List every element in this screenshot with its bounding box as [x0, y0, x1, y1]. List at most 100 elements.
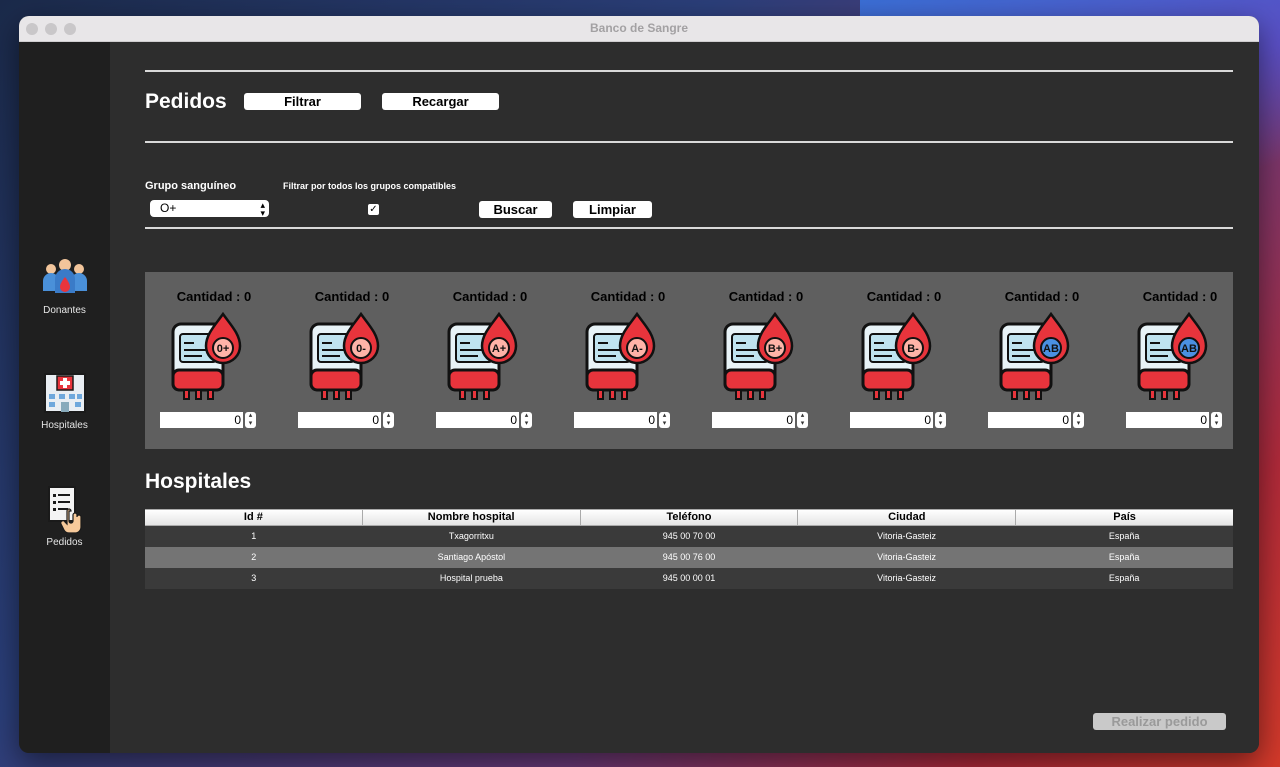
main-content: Pedidos Filtrar Recargar Grupo sanguíneo… — [110, 42, 1259, 753]
table-cell: Hospital prueba — [439, 573, 503, 583]
stepper-arrows-icon[interactable]: ▴ ▾ — [1211, 412, 1222, 428]
table-cell: Vitoria-Gasteiz — [877, 573, 936, 583]
stepper-arrows-icon[interactable]: ▴ ▾ — [1073, 412, 1084, 428]
table-cell: Vitoria-Gasteiz — [877, 531, 936, 541]
reload-button[interactable]: Recargar — [382, 93, 499, 110]
quantity-input[interactable]: 0 — [436, 412, 519, 428]
sidebar-item-label: Pedidos — [46, 537, 83, 548]
hospitals-table: Id # Nombre hospital Teléfono Ciudad Paí… — [145, 509, 1233, 589]
table-cell: 1 — [251, 531, 257, 541]
quantity-label: Cantidad : 0 — [176, 289, 252, 304]
table-cell: Santiago Apóstol — [437, 552, 506, 562]
quantity-stepper[interactable]: 0 ▴ ▾ — [850, 412, 947, 428]
quantity-label: Cantidad : 0 — [590, 289, 666, 304]
quantity-stepper[interactable]: 0 ▴ ▾ — [988, 412, 1085, 428]
blood-bag-icon: A+ — [447, 312, 518, 400]
column-header-country[interactable]: País — [1016, 510, 1233, 525]
table-cell: 945 00 76 00 — [662, 552, 716, 562]
divider — [145, 141, 1233, 143]
table-cell: Txagorritxu — [448, 531, 494, 541]
blood-type-label: B+ — [768, 343, 782, 355]
column-header-name[interactable]: Nombre hospital — [363, 510, 581, 525]
quantity-stepper[interactable]: 0 ▴ ▾ — [298, 412, 395, 428]
compatible-filter-label: Filtrar por todos los grupos compatibles — [283, 181, 457, 191]
place-order-button[interactable]: Realizar pedido — [1093, 713, 1226, 730]
blood-type-label: A- — [631, 343, 643, 355]
stepper-arrows-icon[interactable]: ▴ ▾ — [521, 412, 532, 428]
stepper-arrows-icon[interactable]: ▴ ▾ — [797, 412, 808, 428]
page-title: Pedidos — [145, 90, 227, 113]
quantity-input[interactable]: 0 — [298, 412, 381, 428]
quantity-stepper[interactable]: 0 ▴ ▾ — [712, 412, 809, 428]
quantity-stepper[interactable]: 0 ▴ ▾ — [436, 412, 533, 428]
quantity-input[interactable]: 0 — [574, 412, 657, 428]
window-title: Banco de Sangre — [589, 21, 689, 35]
donors-icon — [42, 259, 87, 293]
quantity-input[interactable]: 0 — [1126, 412, 1209, 428]
divider — [145, 70, 1233, 72]
stepper-arrows-icon[interactable]: ▴ ▾ — [935, 412, 946, 428]
table-row[interactable]: 2 Santiago Apóstol 945 00 76 00 Vitoria-… — [145, 547, 1233, 568]
quantity-stepper[interactable]: 0 ▴ ▾ — [574, 412, 671, 428]
blood-type-label: 0+ — [217, 343, 230, 355]
blood-bag-icon: AB — [1137, 312, 1208, 400]
table-row[interactable]: 1 Txagorritxu 945 00 70 00 Vitoria-Gaste… — [145, 526, 1233, 547]
stepper-arrows-icon[interactable]: ▴ ▾ — [245, 412, 256, 428]
table-cell: 945 00 00 01 — [662, 573, 716, 583]
quantity-label: Cantidad : 0 — [314, 289, 390, 304]
quantity-label: Cantidad : 0 — [728, 289, 804, 304]
blood-type-card: Cantidad : 0 A- 0 ▴ ▾ — [559, 272, 697, 449]
divider — [145, 227, 1233, 229]
table-cell: España — [1108, 573, 1140, 583]
table-header: Id # Nombre hospital Teléfono Ciudad Paí… — [145, 509, 1233, 526]
blood-bag-icon: A- — [585, 312, 656, 400]
sidebar-item-pedidos[interactable]: Pedidos — [19, 485, 110, 548]
blood-bag-icon: B+ — [723, 312, 794, 400]
quantity-input[interactable]: 0 — [988, 412, 1071, 428]
stepper-arrows-icon[interactable]: ▴ ▾ — [659, 412, 670, 428]
table-cell: España — [1108, 552, 1140, 562]
quantity-stepper[interactable]: 0 ▴ ▾ — [160, 412, 257, 428]
blood-type-card: Cantidad : 0 0+ 0 ▴ ▾ — [145, 272, 283, 449]
app-window: Banco de Sangre Donantes Hospitales Pedi… — [19, 16, 1259, 753]
hospitals-title: Hospitales — [145, 470, 252, 493]
blood-type-card: Cantidad : 0 0- 0 ▴ ▾ — [283, 272, 421, 449]
column-header-id[interactable]: Id # — [145, 510, 363, 525]
sidebar-item-label: Donantes — [43, 305, 86, 316]
quantity-input[interactable]: 0 — [160, 412, 243, 428]
blood-type-card: Cantidad : 0 AB 0 ▴ ▾ — [973, 272, 1111, 449]
quantity-label: Cantidad : 0 — [1142, 289, 1218, 304]
blood-group-label: Grupo sanguíneo — [145, 180, 237, 192]
table-row[interactable]: 3 Hospital prueba 945 00 00 01 Vitoria-G… — [145, 568, 1233, 589]
table-cell: España — [1108, 531, 1140, 541]
blood-bag-icon: AB — [999, 312, 1070, 400]
sidebar: Donantes Hospitales Pedidos — [19, 42, 110, 753]
blood-types-panel: Cantidad : 0 0+ 0 ▴ ▾ Cantidad : 0 0- 0 ▴ ▾ Cantid… — [145, 272, 1233, 449]
quantity-input[interactable]: 0 — [850, 412, 933, 428]
orders-icon — [47, 486, 82, 533]
blood-type-card: Cantidad : 0 A+ 0 ▴ ▾ — [421, 272, 559, 449]
title-bar: Banco de Sangre — [19, 16, 1259, 42]
quantity-label: Cantidad : 0 — [1004, 289, 1080, 304]
blood-type-label: 0- — [356, 343, 366, 355]
sidebar-item-hospitales[interactable]: Hospitales — [19, 368, 110, 431]
compatible-groups-checkbox[interactable]: ✓ — [368, 204, 379, 215]
hospital-icon — [43, 373, 86, 413]
quantity-stepper[interactable]: 0 ▴ ▾ — [1126, 412, 1223, 428]
sidebar-item-donantes[interactable]: Donantes — [19, 253, 110, 316]
blood-type-label: AB — [1043, 343, 1059, 355]
quantity-input[interactable]: 0 — [712, 412, 795, 428]
table-cell: 945 00 70 00 — [662, 531, 716, 541]
clear-button[interactable]: Limpiar — [573, 201, 652, 218]
blood-type-label: B- — [907, 343, 919, 355]
column-header-phone[interactable]: Teléfono — [581, 510, 799, 525]
blood-type-card: Cantidad : 0 AB 0 ▴ ▾ — [1111, 272, 1249, 449]
quantity-label: Cantidad : 0 — [452, 289, 528, 304]
column-header-city[interactable]: Ciudad — [798, 510, 1017, 525]
filter-button[interactable]: Filtrar — [244, 93, 361, 110]
stepper-arrows-icon[interactable]: ▴ ▾ — [383, 412, 394, 428]
blood-group-select[interactable]: O+ ▴ ▾ — [150, 200, 269, 218]
table-cell: 3 — [251, 573, 257, 583]
search-button[interactable]: Buscar — [479, 201, 552, 218]
blood-group-value: O+ — [160, 201, 177, 215]
